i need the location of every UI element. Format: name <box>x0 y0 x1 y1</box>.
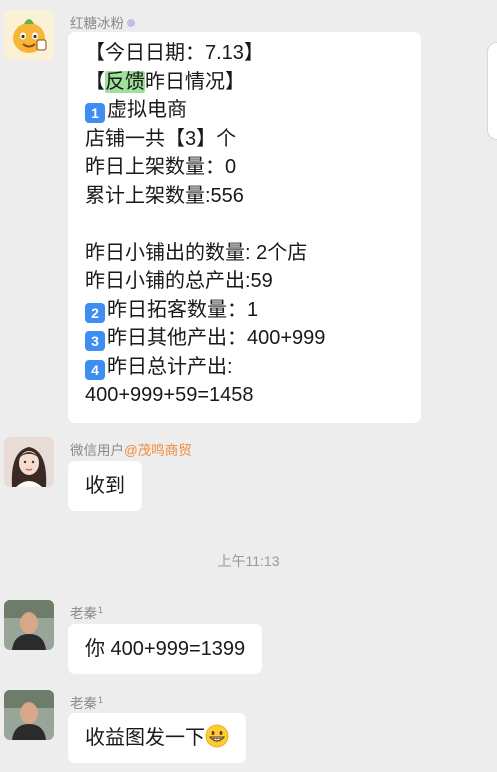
message-line: 昨日小铺的总产出:59 <box>85 270 273 292</box>
keycap-number-icon: 2 <box>85 302 105 323</box>
floating-panel-edge[interactable] <box>487 42 497 140</box>
sender-name: 老秦1 <box>70 604 104 622</box>
message-line: 累计上架数量:556 <box>85 184 244 207</box>
message-line: 3 昨日其他产出：400+999 <box>85 324 404 353</box>
message-bubble[interactable]: 你 400+999=1399 <box>68 624 263 674</box>
message-line: 【反馈昨日情况】 <box>85 70 245 93</box>
avatar[interactable] <box>4 10 54 60</box>
message-line: 1 虚拟电商 <box>85 96 404 125</box>
message-line: 昨日小铺出的数量: 2个店 <box>85 241 308 264</box>
message-bubble[interactable]: 【今日日期：7.13】 【反馈昨日情况】 1 虚拟电商 店铺一共【3】个 昨日上架… <box>68 32 421 423</box>
keycap-number-icon: 4 <box>85 359 105 380</box>
woman-photo-avatar-icon <box>4 437 54 487</box>
message-line: 【今日日期：7.13】 <box>85 42 264 64</box>
avatar[interactable] <box>4 600 54 650</box>
message-line: 400+999+59=1458 <box>85 384 254 406</box>
message-line: 店铺一共【3】个 <box>85 127 237 150</box>
avatar[interactable] <box>4 437 54 487</box>
cartoon-fruit-avatar-icon <box>4 10 54 60</box>
man-photo-avatar-icon <box>4 600 54 650</box>
message-line: 4 昨日总计产出: <box>85 353 404 382</box>
message-bubble[interactable]: 收益图发一下 <box>68 713 246 763</box>
sender-name: 微信用户@茂鸣商贸 <box>70 443 192 458</box>
sender-name: 红糖冰粉 <box>70 12 135 32</box>
sender-mention: @茂鸣商贸 <box>124 443 192 458</box>
sender-name: 老秦1 <box>70 694 104 712</box>
grinning-face-emoji-icon <box>205 724 229 748</box>
message-bubble[interactable]: 收到 <box>68 461 142 511</box>
highlighted-text: 反馈 <box>105 70 145 93</box>
message-line: 2 昨日拓客数量：1 <box>85 296 404 325</box>
message-line: 昨日上架数量：0 <box>85 156 237 178</box>
avatar[interactable] <box>4 690 54 740</box>
keycap-number-icon: 3 <box>85 331 105 351</box>
man-photo-avatar-icon <box>4 690 54 740</box>
keycap-number-icon: 1 <box>85 103 105 123</box>
time-divider: 上午11:13 <box>217 553 280 569</box>
sender-badge-icon <box>127 19 135 27</box>
